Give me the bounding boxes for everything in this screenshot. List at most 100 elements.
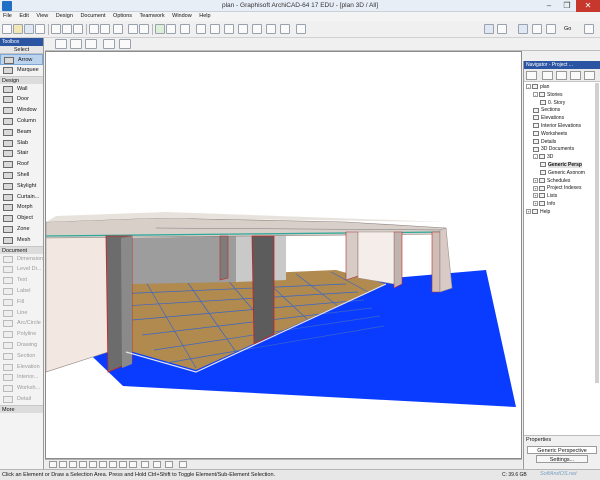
undo-icon[interactable] — [89, 24, 99, 34]
settings-icon[interactable] — [165, 461, 173, 468]
tool-fill[interactable]: Fill — [0, 297, 43, 308]
pointer-icon[interactable] — [113, 24, 123, 34]
flip-icon[interactable] — [179, 461, 187, 468]
tool-morph[interactable]: Morph — [0, 202, 43, 213]
navigator-scrollbar[interactable] — [595, 83, 599, 383]
tool-wall[interactable]: Wall — [0, 84, 43, 95]
navigator-icon[interactable] — [518, 24, 528, 34]
layout-icon[interactable] — [532, 24, 542, 34]
tool-marquee[interactable]: Marquee — [0, 65, 43, 76]
3d-window-icon[interactable] — [484, 24, 494, 34]
tool-roof[interactable]: Roof — [0, 159, 43, 170]
tool-arc-circle[interactable]: Arc/Circle — [0, 318, 43, 329]
tool-stair[interactable]: Stair — [0, 148, 43, 159]
publisher-sets-icon[interactable] — [584, 71, 595, 80]
collapse-icon[interactable]: - — [533, 91, 538, 97]
tree-node[interactable]: Interior Elevations — [524, 123, 600, 131]
menu-view[interactable]: View — [33, 12, 51, 19]
structure-icon[interactable] — [252, 24, 262, 34]
menu-teamwork[interactable]: Teamwork — [137, 12, 168, 19]
angle-icon[interactable] — [180, 24, 190, 34]
tool-level-dimension[interactable]: Level Di... — [0, 264, 43, 275]
tool-zone[interactable]: Zone — [0, 224, 43, 235]
copy-icon[interactable] — [62, 24, 72, 34]
find-icon[interactable] — [584, 24, 594, 34]
tree-node[interactable]: Worksheets — [524, 131, 600, 139]
tool-worksheet[interactable]: Worksh... — [0, 383, 43, 394]
cut-icon[interactable] — [51, 24, 61, 34]
tool-line[interactable]: Line — [0, 308, 43, 319]
tool-dimension[interactable]: Dimension — [0, 254, 43, 265]
open-folder-icon[interactable] — [13, 24, 23, 34]
project-map-icon[interactable] — [542, 71, 553, 80]
navigator-settings-icon[interactable] — [526, 71, 537, 80]
marquee-icon[interactable] — [119, 39, 131, 49]
tool-label[interactable]: Label — [0, 286, 43, 297]
cursor-selection-icon[interactable] — [103, 39, 115, 49]
menu-help[interactable]: Help — [196, 12, 213, 19]
maximize-button[interactable]: ❐ — [558, 0, 576, 12]
rectangle-selection-icon[interactable] — [55, 39, 67, 49]
polygon-selection-icon[interactable] — [85, 39, 97, 49]
expand-icon[interactable]: + — [533, 177, 538, 183]
paste-icon[interactable] — [73, 24, 83, 34]
tool-shell[interactable]: Shell — [0, 170, 43, 181]
tool-column[interactable]: Column — [0, 116, 43, 127]
partial-structure-icon[interactable] — [266, 24, 276, 34]
collapse-icon[interactable]: - — [533, 154, 538, 160]
scale-icon[interactable] — [238, 24, 248, 34]
tree-node[interactable]: Details — [524, 139, 600, 147]
floor-plan-icon[interactable] — [497, 24, 507, 34]
settings-button[interactable]: Settings... — [536, 455, 588, 463]
tree-node[interactable]: + Help — [524, 209, 600, 217]
tree-node[interactable]: Generic Axonom — [524, 170, 600, 178]
tree-node[interactable]: + Project Indexes — [524, 185, 600, 193]
menu-design[interactable]: Design — [53, 12, 76, 19]
expand-icon[interactable]: + — [533, 201, 538, 207]
rotated-selection-icon[interactable] — [70, 39, 82, 49]
tool-drawing[interactable]: Drawing — [0, 340, 43, 351]
close-button[interactable]: ✕ — [576, 0, 600, 12]
previous-view-icon[interactable] — [99, 461, 107, 468]
minimize-button[interactable]: – — [540, 0, 558, 12]
menu-document[interactable]: Document — [77, 12, 108, 19]
tree-node[interactable]: + Info — [524, 201, 600, 209]
tool-object[interactable]: Object — [0, 213, 43, 224]
tool-mesh[interactable]: Mesh — [0, 235, 43, 246]
redo-icon[interactable] — [100, 24, 110, 34]
3d-viewport[interactable] — [45, 51, 522, 459]
zoom-out-icon[interactable] — [59, 461, 67, 468]
tool-polyline[interactable]: Polyline — [0, 329, 43, 340]
next-view-icon[interactable] — [109, 461, 117, 468]
tool-door[interactable]: Door — [0, 94, 43, 105]
renovation-icon[interactable] — [280, 24, 290, 34]
tool-skylight[interactable]: Skylight — [0, 181, 43, 192]
fit-in-window-icon[interactable] — [69, 461, 77, 468]
pan-icon[interactable] — [79, 461, 87, 468]
print-icon[interactable] — [35, 24, 45, 34]
zoom-in-icon[interactable] — [49, 461, 57, 468]
tool-beam[interactable]: Beam — [0, 127, 43, 138]
tool-arrow[interactable]: Arrow — [0, 54, 43, 65]
tree-node[interactable]: 3D Documents — [524, 146, 600, 154]
tool-text[interactable]: Text — [0, 275, 43, 286]
orbit-icon[interactable] — [89, 461, 97, 468]
guide-line-icon[interactable] — [166, 24, 176, 34]
mark-up-icon[interactable] — [296, 24, 306, 34]
tree-node[interactable]: + Schedules — [524, 178, 600, 186]
tree-node[interactable]: Generic Persp — [524, 161, 600, 170]
snap-grid-icon[interactable] — [155, 24, 165, 34]
pen-set-icon[interactable] — [210, 24, 220, 34]
layer-icon[interactable] — [196, 24, 206, 34]
layout-book-icon[interactable] — [570, 71, 581, 80]
menu-window[interactable]: Window — [169, 12, 195, 19]
organizer-icon[interactable] — [546, 24, 556, 34]
document-section[interactable]: Document — [0, 245, 43, 254]
properties-label[interactable]: Properties — [524, 436, 600, 445]
more-section[interactable]: More — [0, 404, 43, 413]
explore-icon[interactable] — [119, 461, 127, 468]
render-icon[interactable] — [129, 461, 137, 468]
tree-node[interactable]: 0. Story — [524, 100, 600, 108]
tree-node[interactable]: - Stories — [524, 92, 600, 100]
expand-icon[interactable]: + — [533, 185, 538, 191]
